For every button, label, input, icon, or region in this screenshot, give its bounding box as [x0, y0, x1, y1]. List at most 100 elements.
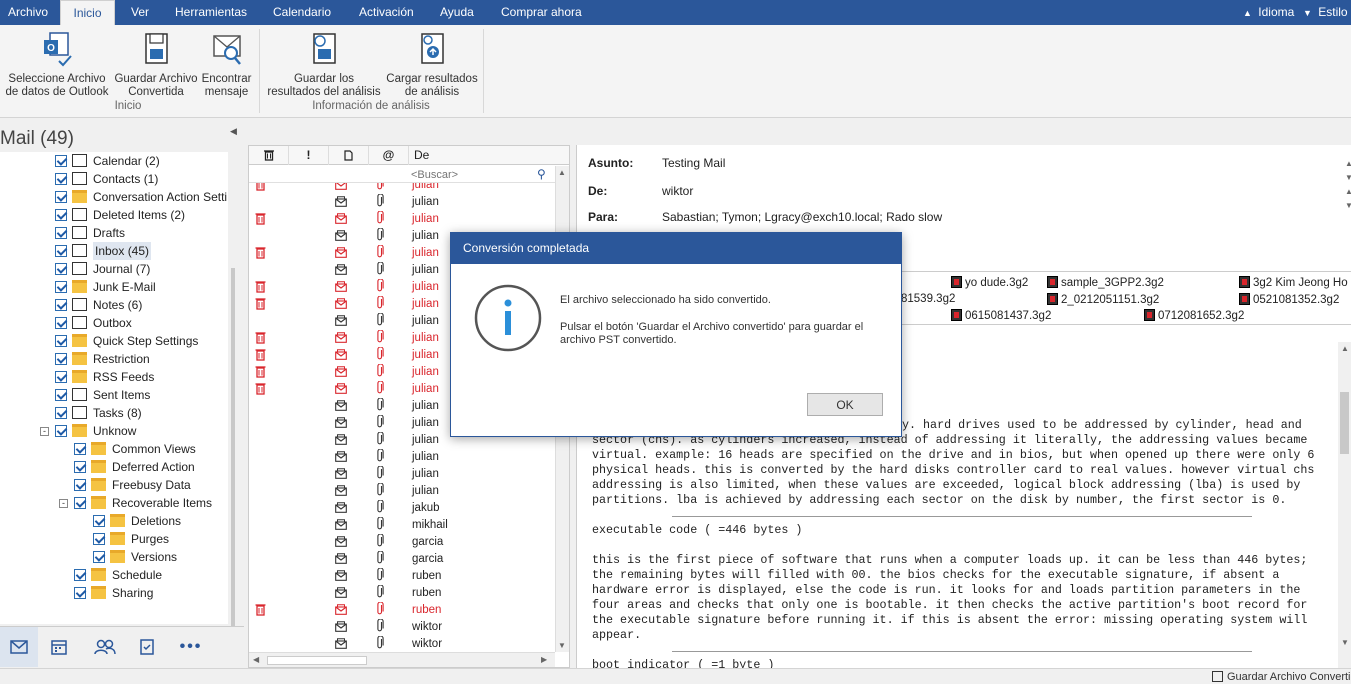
folder-checkbox[interactable]: [55, 227, 67, 239]
ok-button[interactable]: OK: [807, 393, 883, 416]
column-from[interactable]: De: [409, 146, 555, 165]
nav-people[interactable]: [86, 627, 124, 667]
hscroll-thumb[interactable]: [267, 656, 367, 665]
nav-calendar[interactable]: [40, 627, 78, 667]
folder-checkbox[interactable]: [55, 263, 67, 275]
folder-checkbox[interactable]: [74, 479, 86, 491]
menu-ver[interactable]: Ver: [131, 0, 149, 25]
menu-ayuda[interactable]: Ayuda: [440, 0, 474, 25]
save-scan-button[interactable]: Guardar los resultados del análisis: [266, 31, 382, 99]
folder-checkbox[interactable]: [55, 155, 67, 167]
folder-checkbox[interactable]: [55, 299, 67, 311]
attachment-item[interactable]: 81539.3g2: [901, 293, 955, 305]
column-importance[interactable]: !: [289, 146, 329, 165]
folder-checkbox[interactable]: [74, 497, 86, 509]
folder-checkbox[interactable]: [74, 569, 86, 581]
scroll-down-icon[interactable]: ▼: [558, 641, 566, 650]
message-row[interactable]: ruben: [249, 601, 555, 619]
folder-checkbox[interactable]: [55, 389, 67, 401]
collapse-icon[interactable]: -: [40, 427, 49, 436]
search-input[interactable]: [411, 167, 551, 182]
menu-calendario[interactable]: Calendario: [273, 0, 331, 25]
menu-inicio[interactable]: Inicio: [60, 0, 115, 25]
menu-archivo[interactable]: Archivo: [8, 0, 48, 25]
message-row[interactable]: ruben: [249, 567, 555, 585]
message-row[interactable]: garcia: [249, 550, 555, 568]
folder-icon: [91, 478, 106, 491]
folder-checkbox[interactable]: [55, 281, 67, 293]
message-row[interactable]: julian: [249, 448, 555, 466]
folder-checkbox[interactable]: [55, 371, 67, 383]
folder-icon: [91, 460, 106, 473]
message-row[interactable]: ruben: [249, 584, 555, 602]
folder-checkbox[interactable]: [74, 461, 86, 473]
attachment-item[interactable]: 2_0212051151.3g2: [1047, 293, 1159, 306]
attachment-item[interactable]: sample_3GPP2.3g2: [1047, 276, 1164, 289]
message-row[interactable]: julian: [249, 193, 555, 211]
folder-checkbox[interactable]: [93, 515, 105, 527]
menu-comprar-ahora[interactable]: Comprar ahora: [501, 0, 582, 25]
message-row[interactable]: wiktor: [249, 618, 555, 636]
save-converted-file-button[interactable]: Guardar Archivo Convertida: [113, 31, 199, 99]
message-row[interactable]: julian: [249, 482, 555, 500]
folder-checkbox[interactable]: [55, 335, 67, 347]
column-attachment[interactable]: ‮@‬: [369, 146, 409, 165]
nav-more[interactable]: •••: [172, 627, 210, 667]
find-message-button[interactable]: Encontrar mensaje: [199, 31, 254, 99]
attachment-item[interactable]: yo dude.3g2: [951, 276, 1028, 289]
menu-activacion[interactable]: Activación: [359, 0, 414, 25]
message-row[interactable]: julian: [249, 210, 555, 228]
message-row[interactable]: mikhail: [249, 516, 555, 534]
folder-checkbox[interactable]: [74, 443, 86, 455]
scroll-left-icon[interactable]: ◀: [253, 655, 259, 664]
folder-tree-scrollbar[interactable]: [231, 268, 235, 648]
message-list-hscrollbar[interactable]: ◀ ▶: [249, 652, 555, 667]
attachment-item[interactable]: 0615081437.3g2: [951, 309, 1051, 322]
folder-name: Deleted Items (2): [93, 208, 186, 222]
status-action[interactable]: Guardar Archivo Convertida: [1212, 671, 1351, 683]
folder-checkbox[interactable]: [93, 533, 105, 545]
column-type[interactable]: [329, 146, 369, 165]
folder-checkbox[interactable]: [55, 173, 67, 185]
message-row[interactable]: wiktor: [249, 635, 555, 653]
scroll-up-icon[interactable]: ▲: [1341, 344, 1349, 353]
folder-checkbox[interactable]: [55, 353, 67, 365]
folder-checkbox[interactable]: [55, 191, 67, 203]
message-row[interactable]: julian: [249, 465, 555, 483]
envelope-icon: [335, 315, 347, 326]
mail-icon: [10, 640, 28, 654]
message-row[interactable]: garcia: [249, 533, 555, 551]
folder-icon: [72, 334, 87, 347]
nav-mail[interactable]: [0, 627, 38, 667]
folder-checkbox[interactable]: [55, 209, 67, 221]
folder-checkbox[interactable]: [55, 407, 67, 419]
language-menu[interactable]: ▲ Idioma: [1243, 0, 1294, 25]
menu-herramientas[interactable]: Herramientas: [175, 0, 247, 25]
select-outlook-file-button[interactable]: O Seleccione Archivo de datos de Outlook: [4, 31, 110, 99]
column-delete[interactable]: [249, 146, 289, 165]
nav-tasks[interactable]: [128, 627, 166, 667]
conversion-dialog: Conversión completada El archivo selecci…: [450, 232, 902, 437]
scroll-up-icon[interactable]: ▲: [558, 168, 566, 177]
folder-checkbox[interactable]: [55, 245, 67, 257]
message-row[interactable]: jakub: [249, 499, 555, 517]
attachment-item[interactable]: 3g2 Kim Jeong Ho: [1239, 276, 1348, 289]
attachment-item[interactable]: 0521081352.3g2: [1239, 293, 1339, 306]
folder-checkbox[interactable]: [55, 425, 67, 437]
header-scroll-arrows[interactable]: ▲ ▼ ▲ ▼: [1345, 157, 1351, 213]
load-scan-button[interactable]: Cargar resultados de análisis: [384, 31, 480, 99]
collapse-icon[interactable]: -: [59, 499, 68, 508]
vscroll-thumb[interactable]: [1340, 392, 1349, 454]
attachment-item[interactable]: 0712081652.3g2: [1144, 309, 1244, 322]
folder-checkbox[interactable]: [55, 317, 67, 329]
scroll-right-icon[interactable]: ▶: [541, 655, 547, 664]
folder-checkbox[interactable]: [93, 551, 105, 563]
reading-pane-vscrollbar[interactable]: ▲ ▼: [1338, 342, 1351, 668]
collapse-pane-icon[interactable]: ◀: [230, 126, 237, 137]
ribbon-separator: [259, 29, 260, 113]
search-icon[interactable]: ⚲: [537, 167, 546, 181]
style-menu[interactable]: ▼ Estilo: [1303, 0, 1348, 25]
scroll-down-icon[interactable]: ▼: [1341, 638, 1349, 647]
folder-checkbox[interactable]: [74, 587, 86, 599]
message-row[interactable]: julian: [249, 183, 555, 194]
